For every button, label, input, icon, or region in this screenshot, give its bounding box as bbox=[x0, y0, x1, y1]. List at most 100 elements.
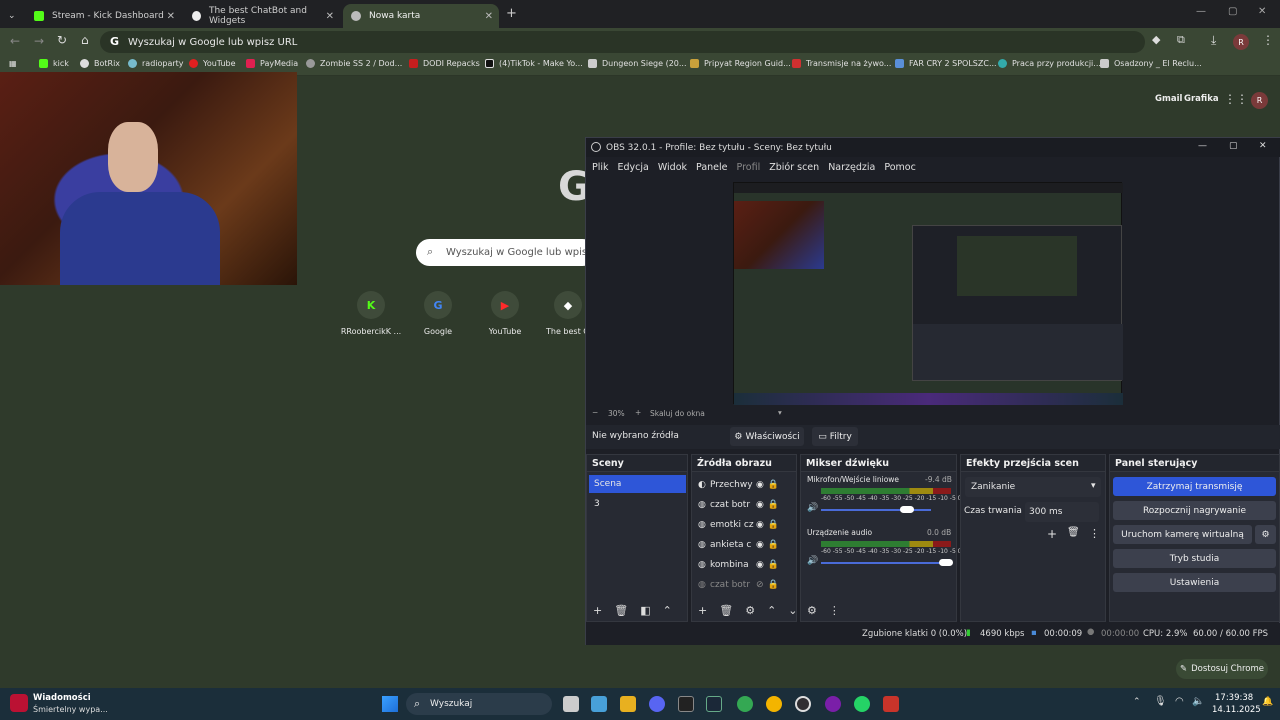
close-icon[interactable]: ✕ bbox=[485, 11, 493, 22]
bookmark-item[interactable]: Pripyat Region Guid... bbox=[690, 59, 791, 68]
lock-icon[interactable]: 🔒 bbox=[768, 520, 779, 530]
obs-preview[interactable] bbox=[733, 182, 1123, 405]
speaker-icon[interactable]: 🔊 bbox=[807, 556, 818, 566]
scene-item[interactable]: Scena bbox=[589, 475, 686, 493]
apps-icon[interactable]: ▦ bbox=[9, 59, 17, 68]
minimize-icon[interactable]: — bbox=[1198, 141, 1207, 151]
bookmark-item[interactable]: DODI Repacks bbox=[409, 59, 480, 68]
new-tab-icon[interactable]: + bbox=[506, 6, 517, 21]
bookmark-item[interactable]: Praca przy produkcji... bbox=[998, 59, 1101, 68]
chevron-up-icon[interactable]: ⌃ bbox=[767, 604, 776, 617]
discord-icon[interactable] bbox=[649, 696, 665, 712]
obs-icon[interactable] bbox=[795, 696, 811, 712]
maximize-icon[interactable]: ▢ bbox=[1228, 6, 1237, 17]
ntp-search-box[interactable]: ⌕ Wyszukaj w Google lub wpisz URL bbox=[416, 239, 596, 266]
shortcut-google[interactable]: G Google bbox=[403, 291, 473, 336]
bookmark-item[interactable]: Transmisje na żywo... bbox=[792, 59, 891, 68]
add-icon[interactable]: + bbox=[698, 604, 707, 617]
chevron-down-icon[interactable]: ▾ bbox=[778, 408, 782, 417]
bookmark-item[interactable]: (4)TikTok - Make Yo... bbox=[485, 59, 583, 68]
tab-search-button[interactable]: ⌄ bbox=[0, 4, 24, 28]
microphone-icon[interactable]: 🎙 bbox=[1154, 696, 1167, 707]
bookmark-item[interactable]: PayMedia bbox=[246, 59, 298, 68]
bookmark-item[interactable]: FAR CRY 2 SPOLSZC... bbox=[895, 59, 997, 68]
filters-button[interactable]: ▭ Filtry bbox=[812, 427, 858, 446]
bookmark-item[interactable]: YouTube bbox=[189, 59, 236, 68]
terminal-icon[interactable] bbox=[678, 696, 694, 712]
volume-slider[interactable] bbox=[821, 509, 931, 511]
clock-time[interactable]: 17:39:38 bbox=[1215, 693, 1253, 703]
eye-icon[interactable]: ◉ bbox=[756, 500, 764, 510]
close-window-icon[interactable]: ✕ bbox=[1258, 6, 1266, 17]
menu-docks[interactable]: Panele bbox=[696, 162, 727, 173]
extensions-puzzle-icon[interactable]: ⧉ bbox=[1177, 33, 1185, 47]
close-icon[interactable]: ✕ bbox=[326, 11, 334, 22]
source-item[interactable]: ◍ kombina ◉ 🔒 bbox=[692, 555, 792, 575]
chrome-icon[interactable] bbox=[737, 696, 753, 712]
images-link[interactable]: Grafika bbox=[1184, 94, 1219, 104]
source-item[interactable]: ◍ czat botr ⊘ 🔒 bbox=[692, 575, 792, 595]
menu-tools[interactable]: Narzędzia bbox=[828, 162, 875, 173]
reload-icon[interactable]: ↻ bbox=[57, 33, 67, 47]
filter-icon[interactable]: ◧ bbox=[640, 604, 650, 617]
close-icon[interactable]: ✕ bbox=[1259, 141, 1267, 151]
volume-slider[interactable] bbox=[821, 562, 951, 564]
tab-kick[interactable]: Stream - Kick Dashboard ✕ bbox=[26, 4, 181, 28]
menu-scene-collection[interactable]: Zbiór scen bbox=[769, 162, 819, 173]
google-apps-icon[interactable]: ⋮⋮ bbox=[1224, 92, 1248, 106]
bookmark-item[interactable]: radioparty bbox=[128, 59, 184, 68]
tab-botrix[interactable]: The best ChatBot and Widgets ✕ bbox=[184, 4, 340, 28]
back-icon[interactable]: ← bbox=[10, 34, 20, 48]
whatsapp-icon[interactable] bbox=[854, 696, 870, 712]
menu-view[interactable]: Widok bbox=[658, 162, 687, 173]
task-view-icon[interactable] bbox=[563, 696, 579, 712]
chevron-up-icon[interactable]: ⌃ bbox=[663, 604, 672, 617]
forward-icon[interactable]: → bbox=[34, 34, 44, 48]
source-item[interactable]: ◐ Przechwy ◉ 🔒 bbox=[692, 475, 792, 495]
more-icon[interactable]: ⋮ bbox=[829, 604, 840, 617]
eye-hidden-icon[interactable]: ⊘ bbox=[756, 580, 764, 590]
close-icon[interactable]: ✕ bbox=[167, 11, 175, 22]
source-item[interactable]: ◍ ankieta c ◉ 🔒 bbox=[692, 535, 792, 555]
shortcut-botrix[interactable]: ◆ The best Ch bbox=[537, 291, 585, 336]
gear-icon[interactable]: ⚙ bbox=[807, 604, 817, 617]
eye-icon[interactable]: ◉ bbox=[756, 480, 764, 490]
chrome-profile-icon[interactable] bbox=[766, 696, 782, 712]
file-explorer-icon[interactable] bbox=[620, 696, 636, 712]
minimize-icon[interactable]: — bbox=[1196, 6, 1206, 17]
widgets-icon[interactable] bbox=[591, 696, 607, 712]
settings-button[interactable]: Ustawienia bbox=[1113, 573, 1276, 592]
chevron-up-icon[interactable]: ⌃ bbox=[1133, 697, 1141, 707]
transition-select[interactable]: Zanikanie ▾ bbox=[965, 477, 1101, 497]
news-icon[interactable] bbox=[10, 694, 28, 712]
trash-icon[interactable]: 🗑 bbox=[1067, 527, 1080, 538]
lock-icon[interactable]: 🔒 bbox=[768, 540, 779, 550]
shortcut-kick[interactable]: K RRoobercikK ... bbox=[336, 291, 406, 336]
download-icon[interactable]: ⤓ bbox=[1211, 33, 1216, 48]
lock-icon[interactable]: 🔒 bbox=[768, 560, 779, 570]
eye-icon[interactable]: ◉ bbox=[756, 560, 764, 570]
bookmark-item[interactable]: kick bbox=[39, 59, 69, 68]
customize-chrome-button[interactable]: ✎ Dostosuj Chrome bbox=[1176, 659, 1268, 679]
trash-icon[interactable]: 🗑 bbox=[719, 604, 733, 617]
chevron-down-icon[interactable]: ⌄ bbox=[788, 604, 797, 617]
tab-new-tab[interactable]: Nowa karta ✕ bbox=[343, 4, 499, 28]
ntp-avatar[interactable]: R bbox=[1251, 92, 1268, 109]
zoom-out-icon[interactable]: − bbox=[592, 408, 598, 417]
speaker-icon[interactable]: 🔊 bbox=[807, 503, 818, 513]
winrar-icon[interactable] bbox=[883, 696, 899, 712]
shortcut-youtube[interactable]: ▶ YouTube bbox=[470, 291, 540, 336]
menu-profile[interactable]: Profil bbox=[737, 162, 761, 173]
properties-button[interactable]: ⚙ Właściwości bbox=[730, 427, 804, 446]
omnibox[interactable]: G Wyszukaj w Google lub wpisz URL bbox=[100, 31, 1145, 53]
wifi-icon[interactable]: ◠ bbox=[1175, 696, 1184, 707]
eye-icon[interactable]: ◉ bbox=[756, 520, 764, 530]
gear-icon[interactable]: ⚙ bbox=[745, 604, 755, 617]
home-icon[interactable]: ⌂ bbox=[81, 33, 89, 47]
bookmark-item[interactable]: Osadzony _ El Reclu... bbox=[1100, 59, 1202, 68]
start-recording-button[interactable]: Rozpocznij nagrywanie bbox=[1113, 501, 1276, 520]
gmail-link[interactable]: Gmail bbox=[1155, 94, 1182, 104]
bookmark-item[interactable]: Dungeon Siege (20... bbox=[588, 59, 687, 68]
profile-avatar[interactable]: R bbox=[1233, 34, 1249, 50]
scene-item[interactable]: 3 bbox=[589, 495, 686, 513]
